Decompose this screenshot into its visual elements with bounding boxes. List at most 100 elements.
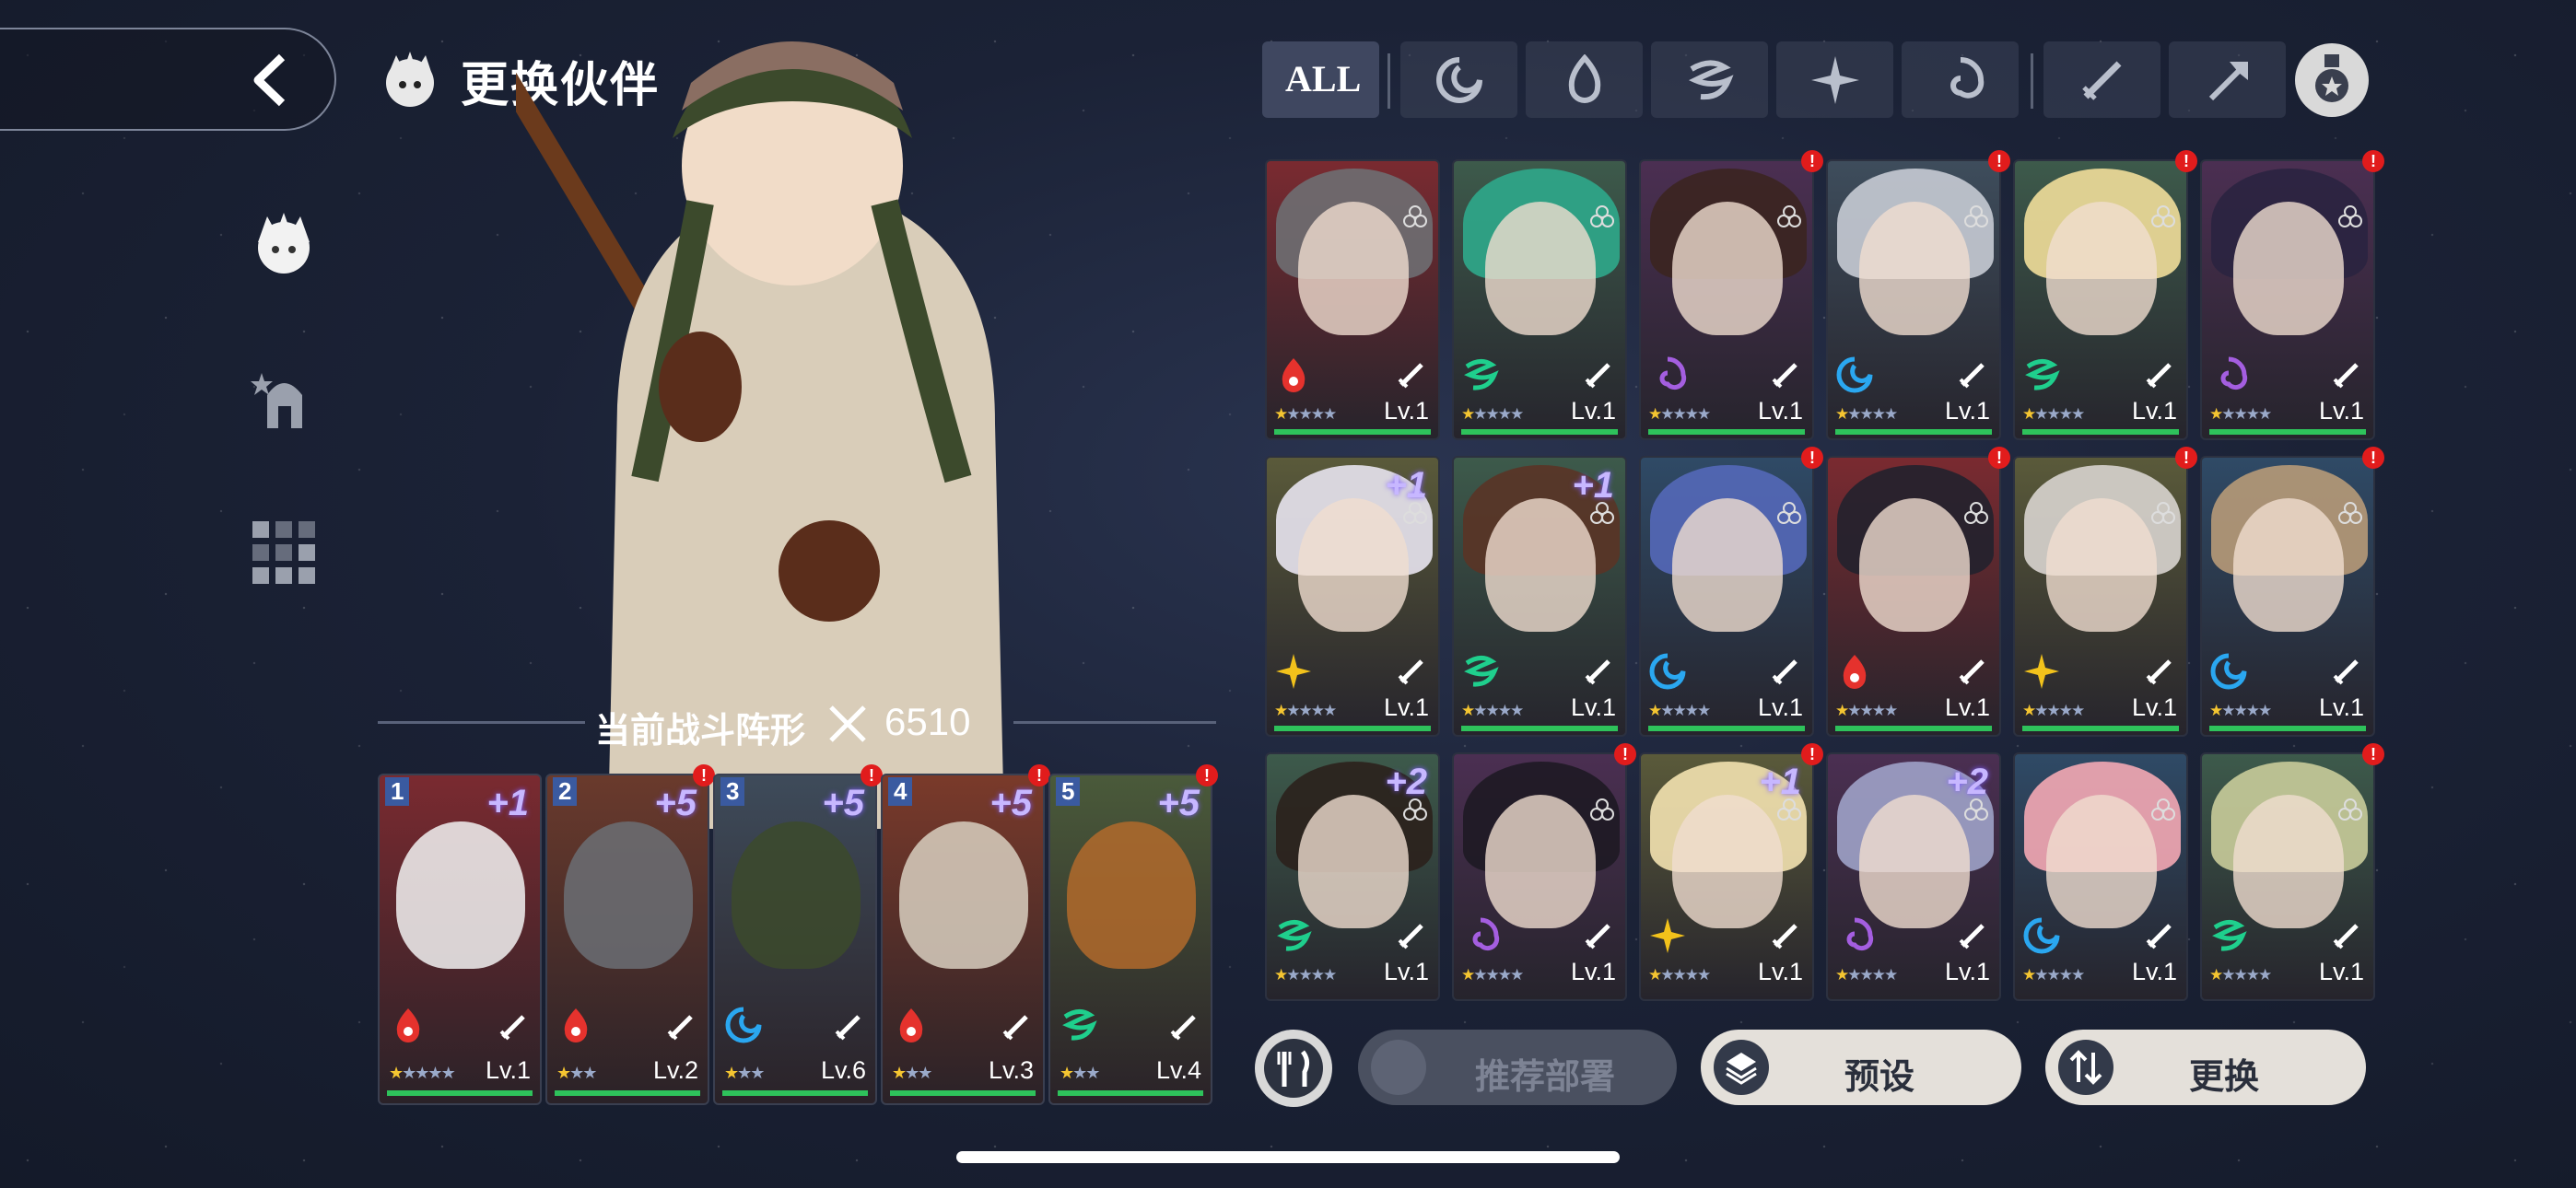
filter-light-button[interactable] xyxy=(1776,41,1893,118)
alert-badge: ! xyxy=(1988,150,2010,172)
level-label: Lv.1 xyxy=(1570,397,1616,425)
team-slot-card[interactable]: 3 +5 ★★★ Lv.6 xyxy=(713,774,877,1105)
roster-character-card[interactable]: ★★★★★ Lv.1 xyxy=(2200,159,2375,440)
light-element-icon xyxy=(1810,55,1859,104)
roster-character-card[interactable]: +1 ★★★★★ Lv.1 xyxy=(1452,456,1627,737)
alert-badge: ! xyxy=(1614,743,1636,765)
sword-class-icon xyxy=(1583,920,1614,951)
roster-character-card[interactable]: ★★★★★ Lv.1 xyxy=(2200,456,2375,737)
sword-class-icon xyxy=(1770,920,1801,951)
team-slot-card[interactable]: 5 +5 ★★★ Lv.4 xyxy=(1048,774,1212,1105)
sword-class-icon xyxy=(1001,1011,1032,1042)
alert-badge: ! xyxy=(2362,447,2384,469)
roster-character-card[interactable]: +1 ★★★★★ Lv.1 xyxy=(1265,456,1440,737)
level-progress-bar xyxy=(387,1090,533,1096)
filter-sword-button[interactable] xyxy=(2043,41,2160,118)
sword-class-icon xyxy=(2331,359,2362,390)
filter-fire-button[interactable] xyxy=(1526,41,1643,118)
roster-character-card[interactable]: +1 ★★★★★ Lv.1 xyxy=(1639,752,1814,1001)
filter-water-button[interactable] xyxy=(1400,41,1517,118)
sword-class-icon xyxy=(1583,656,1614,687)
enhance-level: +5 xyxy=(822,783,864,823)
roster-character-card[interactable]: +2 ★★★★★ Lv.1 xyxy=(1826,752,2001,1001)
fire-element-icon xyxy=(389,1006,427,1044)
level-label: Lv.2 xyxy=(652,1056,698,1084)
food-button[interactable] xyxy=(1255,1030,1332,1107)
back-button[interactable] xyxy=(0,28,336,131)
sword-class-icon xyxy=(2331,920,2362,951)
level-progress-bar xyxy=(1058,1090,1203,1096)
roster-character-card[interactable]: ★★★★★ Lv.1 xyxy=(2013,159,2188,440)
star-rating: ★★★★★ xyxy=(2209,702,2272,720)
filter-all-label: ALL xyxy=(1285,58,1362,99)
level-progress-bar xyxy=(1648,429,1805,435)
star-rating: ★★★★★ xyxy=(1461,405,1524,424)
roster-character-card[interactable]: ★★★★★ Lv.1 xyxy=(1265,159,1440,440)
sword-class-icon xyxy=(1396,359,1427,390)
level-progress-bar xyxy=(1648,726,1805,731)
level-progress-bar xyxy=(1274,429,1431,435)
helmet-tab-icon[interactable] xyxy=(247,364,321,437)
star-rating: ★★★★★ xyxy=(1274,966,1337,984)
star-rating: ★★★★★ xyxy=(1274,702,1337,720)
filter-dark-button[interactable] xyxy=(1902,41,2019,118)
roster-character-card[interactable]: ★★★★★ Lv.1 xyxy=(2013,456,2188,737)
wind-element-icon xyxy=(2209,916,2248,955)
axe-class-icon xyxy=(2208,61,2248,100)
character-portrait xyxy=(1859,795,1970,928)
filter-separator xyxy=(1388,53,1390,109)
enhance-level: +1 xyxy=(1385,465,1427,506)
roster-character-card[interactable]: ★★★★★ Lv.1 xyxy=(1452,159,1627,440)
slot-number: 5 xyxy=(1056,777,1081,806)
star-rating: ★★★★★ xyxy=(1648,702,1711,720)
companion-tab-icon[interactable] xyxy=(247,207,321,281)
water-element-icon xyxy=(2022,916,2061,955)
combat-power-value: 6510 xyxy=(884,700,971,743)
roster-character-card[interactable]: ★★★★★ Lv.1 xyxy=(1826,159,2001,440)
light-element-icon xyxy=(1648,916,1687,955)
roster-character-card[interactable]: ★★★★★ Lv.1 xyxy=(1826,456,2001,737)
star-rating: ★★★★★ xyxy=(1835,702,1898,720)
home-indicator[interactable] xyxy=(956,1151,1620,1163)
star-rating: ★★★ xyxy=(724,1064,765,1083)
sword-class-icon xyxy=(2331,656,2362,687)
roster-character-card[interactable]: ★★★★★ Lv.1 xyxy=(2200,752,2375,1001)
roster-character-card[interactable]: ★★★★★ Lv.1 xyxy=(1639,159,1814,440)
medal-filter-button[interactable] xyxy=(2295,43,2369,117)
enhance-level: +1 xyxy=(486,783,529,823)
character-portrait xyxy=(2233,795,2344,928)
alert-badge: ! xyxy=(1801,447,1823,469)
grid-formation-tab-icon[interactable] xyxy=(247,516,321,589)
recommend-deploy-button[interactable]: 推荐部署 xyxy=(1358,1030,1677,1105)
clover-icon xyxy=(1962,500,1990,528)
level-label: Lv.1 xyxy=(2131,958,2177,985)
clover-icon xyxy=(1588,204,1616,231)
fork-knife-icon xyxy=(1264,1039,1323,1098)
alert-badge: ! xyxy=(2362,150,2384,172)
roster-character-card[interactable]: ★★★★★ Lv.1 xyxy=(1639,456,1814,737)
team-slot-card[interactable]: 2 +5 ★★★ Lv.2 xyxy=(545,774,709,1105)
star-rating: ★★★★★ xyxy=(2022,702,2085,720)
swap-button[interactable]: 更换 xyxy=(2045,1030,2366,1105)
star-rating: ★★★ xyxy=(892,1064,932,1083)
team-slot-card[interactable]: 1 +1 ★★★★★ Lv.1 xyxy=(378,774,542,1105)
roster-character-card[interactable]: ★★★★★ Lv.1 xyxy=(1452,752,1627,1001)
team-slot-card[interactable]: 4 +5 ★★★ Lv.3 xyxy=(881,774,1045,1105)
enhance-level: +1 xyxy=(1572,465,1614,506)
level-progress-bar xyxy=(2209,429,2366,435)
dark-element-icon xyxy=(2209,355,2248,394)
light-element-icon xyxy=(2022,652,2061,691)
filter-wind-button[interactable] xyxy=(1651,41,1768,118)
wind-element-icon xyxy=(1688,60,1734,99)
roster-character-card[interactable]: ★★★★★ Lv.1 xyxy=(2013,752,2188,1001)
crossed-swords-icon xyxy=(829,705,866,742)
preset-button[interactable]: 预设 xyxy=(1701,1030,2021,1105)
character-portrait xyxy=(2046,795,2157,928)
roster-character-card[interactable]: +2 ★★★★★ Lv.1 xyxy=(1265,752,1440,1001)
clover-icon xyxy=(2149,500,2177,528)
fire-element-icon xyxy=(1274,355,1313,394)
character-portrait xyxy=(1485,498,1596,632)
water-element-icon xyxy=(724,1006,763,1044)
filter-axe-button[interactable] xyxy=(2169,41,2286,118)
level-progress-bar xyxy=(1461,726,1618,731)
